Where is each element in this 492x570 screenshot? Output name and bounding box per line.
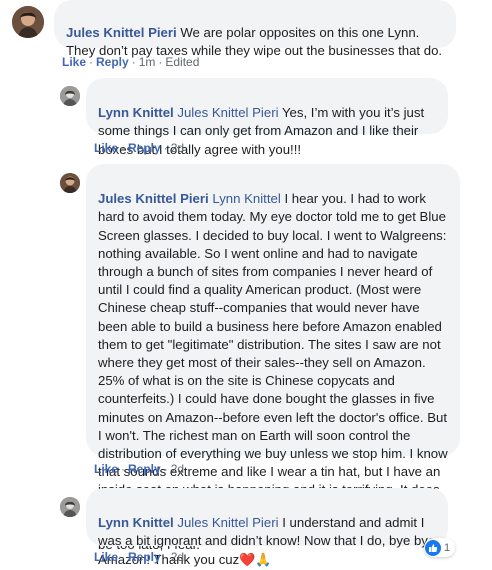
- reaction-summary[interactable]: 1: [424, 538, 456, 557]
- comment-mention[interactable]: Lynn Knittel: [212, 191, 280, 206]
- avatar-jules[interactable]: [60, 173, 80, 193]
- edited-label[interactable]: Edited: [165, 55, 199, 69]
- reply-link[interactable]: Reply: [128, 141, 161, 155]
- comment-actions: Like · Reply · 2d: [94, 141, 185, 155]
- comment-mention[interactable]: Jules Knittel Pieri: [177, 105, 278, 120]
- avatar-lynn[interactable]: [60, 86, 80, 106]
- avatar-lynn[interactable]: [60, 497, 80, 517]
- reaction-count: 1: [444, 541, 451, 554]
- emoji-heart-pray: ❤️🙏: [239, 552, 272, 568]
- comment-mention[interactable]: Jules Knittel Pieri: [177, 515, 278, 530]
- like-link[interactable]: Like: [62, 55, 86, 69]
- comment-bubble: Jules Knittel Pieri Lynn Knittel I hear …: [86, 164, 460, 552]
- comment-actions: Like · Reply · 1m · Edited: [62, 55, 200, 69]
- reply-link[interactable]: Reply: [128, 550, 161, 564]
- comment-time[interactable]: 2d: [171, 141, 184, 155]
- comment-bubble: Jules Knittel Pieri We are polar opposit…: [54, 0, 456, 58]
- reply-link[interactable]: Reply: [96, 55, 129, 69]
- thumbs-up-icon: [425, 539, 441, 556]
- comment-time[interactable]: 2d: [171, 550, 184, 564]
- like-link[interactable]: Like: [94, 550, 118, 564]
- comment-author[interactable]: Lynn Knittel: [98, 515, 174, 530]
- comment-author[interactable]: Jules Knittel Pieri: [66, 25, 177, 40]
- avatar-jules[interactable]: [12, 6, 44, 38]
- comment-time[interactable]: 2d: [171, 462, 184, 476]
- reply-link[interactable]: Reply: [128, 462, 161, 476]
- comment-author[interactable]: Lynn Knittel: [98, 105, 174, 120]
- like-link[interactable]: Like: [94, 141, 118, 155]
- comment-author[interactable]: Jules Knittel Pieri: [98, 191, 209, 206]
- comment-time[interactable]: 1m: [139, 55, 156, 69]
- like-link[interactable]: Like: [94, 462, 118, 476]
- comment-bubble: Lynn Knittel Jules Knittel Pieri Yes, I’…: [86, 78, 448, 157]
- comment-actions: Like · Reply · 2d: [94, 462, 185, 476]
- comment-bubble: Lynn Knittel Jules Knittel Pieri I under…: [86, 488, 448, 568]
- comment-actions: Like · Reply · 2d: [94, 550, 185, 564]
